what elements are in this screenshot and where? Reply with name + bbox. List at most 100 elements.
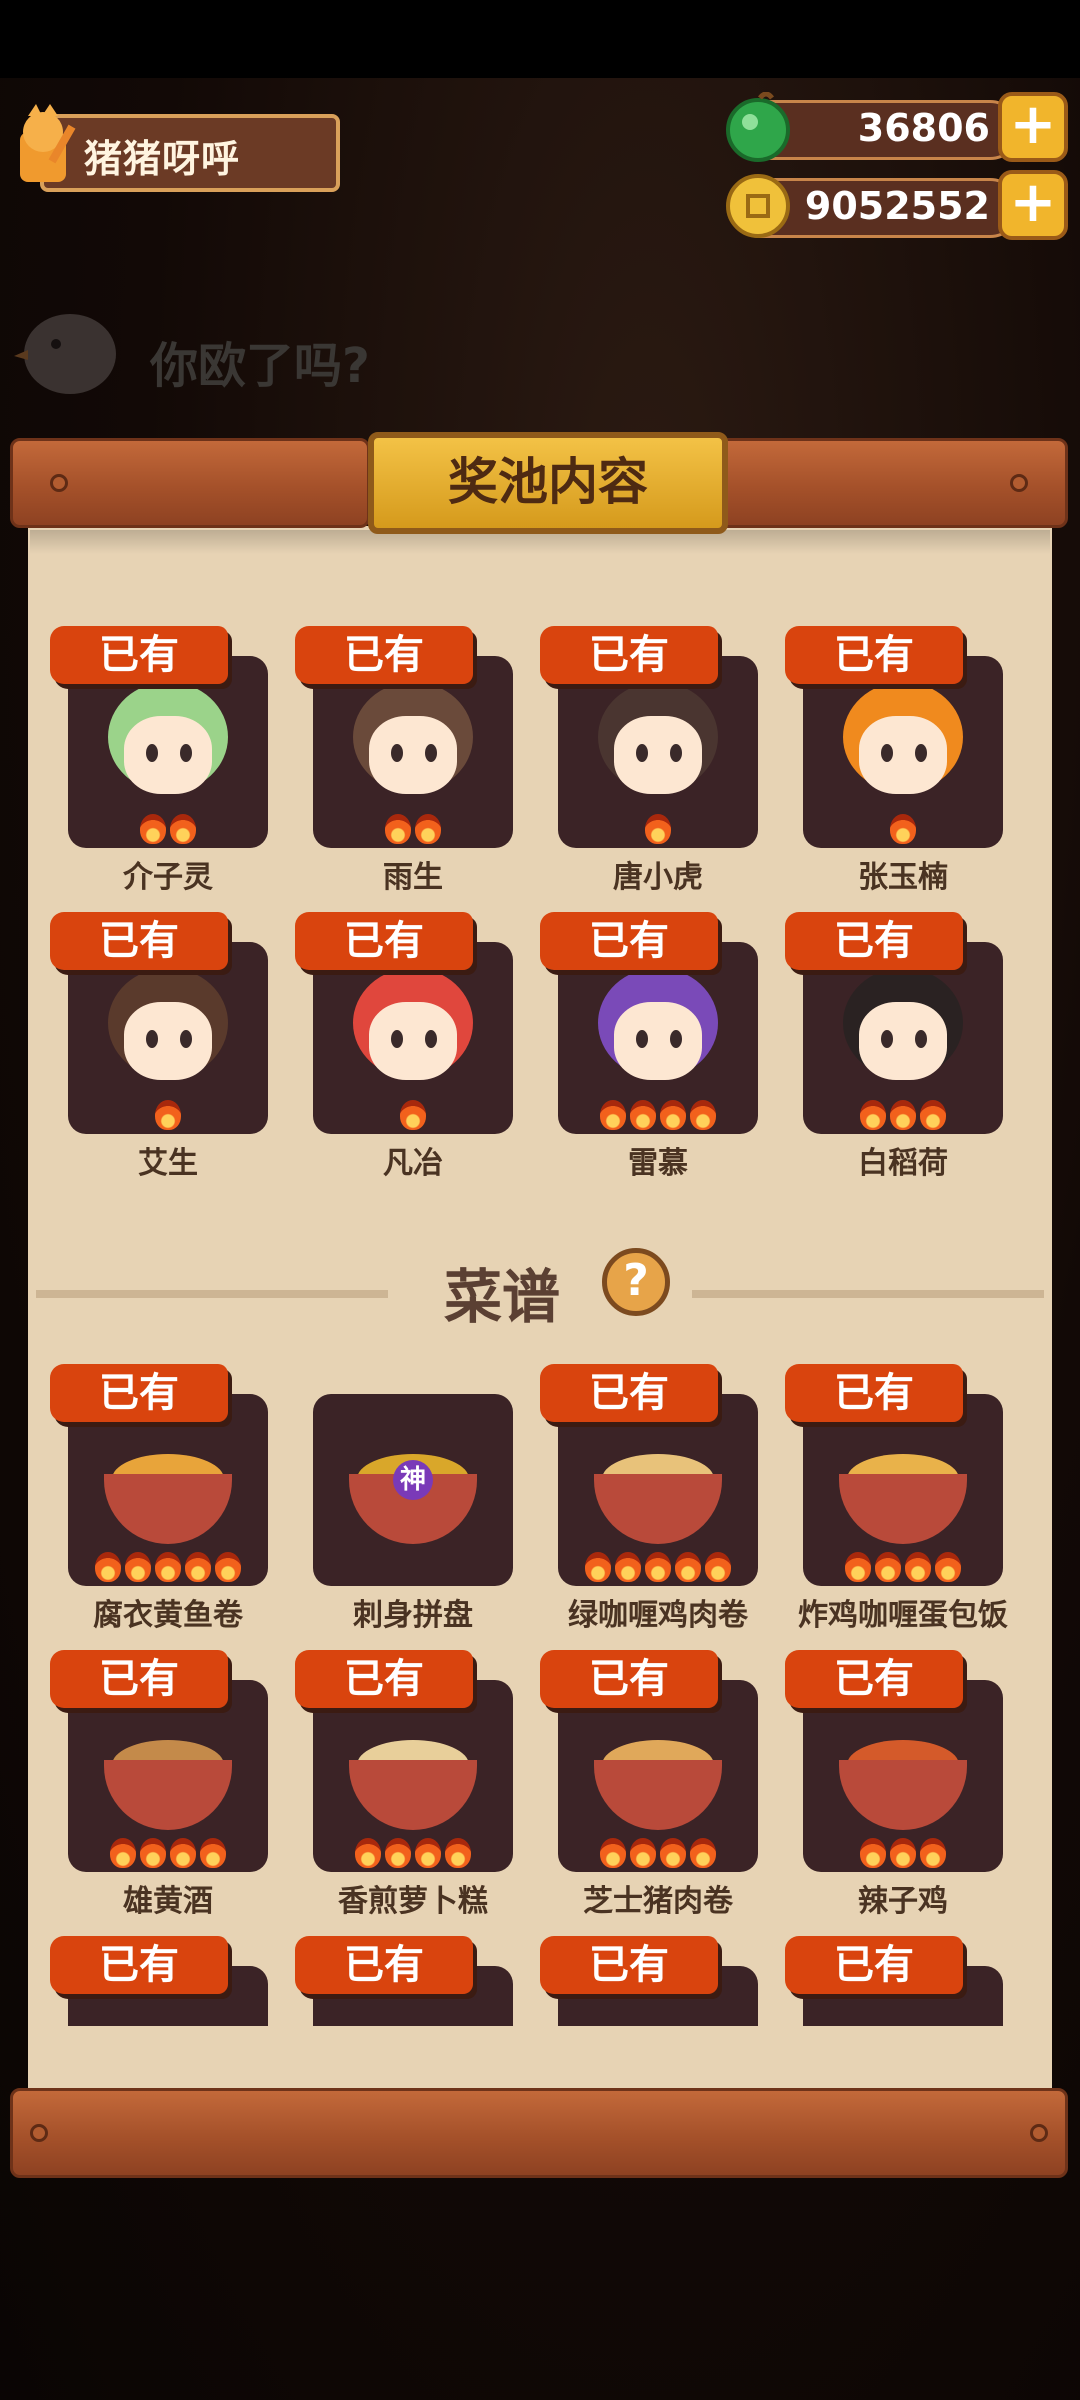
character-eye bbox=[180, 744, 192, 762]
owned-badge: 已有 bbox=[540, 1936, 718, 1994]
character-eye bbox=[881, 1030, 893, 1048]
character-face bbox=[614, 716, 702, 794]
flame-icon bbox=[110, 1838, 136, 1868]
flame-icon bbox=[140, 814, 166, 844]
rarity-flames bbox=[803, 1838, 1003, 1868]
rivet bbox=[1030, 2124, 1048, 2142]
recipe-card[interactable] bbox=[803, 1394, 1003, 1586]
flame-icon bbox=[845, 1552, 871, 1582]
character-name: 白稻荷 bbox=[858, 1146, 948, 1181]
character-eye bbox=[391, 1030, 403, 1048]
flame-icon bbox=[415, 1838, 441, 1868]
owned-badge: 已有 bbox=[295, 626, 473, 684]
rarity-flames bbox=[558, 1552, 758, 1582]
character-card[interactable] bbox=[313, 942, 513, 1134]
status-bar bbox=[0, 0, 1080, 78]
character-card[interactable] bbox=[558, 656, 758, 848]
recipe-card[interactable] bbox=[68, 1680, 268, 1872]
rarity-flames bbox=[558, 814, 758, 844]
character-card[interactable] bbox=[558, 942, 758, 1134]
character-face bbox=[859, 716, 947, 794]
flame-icon bbox=[585, 1552, 611, 1582]
coin-balance-value: 9052552 bbox=[804, 184, 990, 228]
recipe-card[interactable]: 神 bbox=[313, 1394, 513, 1586]
rarity-flames bbox=[313, 1100, 513, 1130]
flame-icon bbox=[355, 1838, 381, 1868]
recipe-card[interactable] bbox=[803, 1680, 1003, 1872]
character-face bbox=[124, 716, 212, 794]
rivet bbox=[30, 2124, 48, 2142]
dish-bowl bbox=[104, 1760, 232, 1830]
flame-icon bbox=[615, 1552, 641, 1582]
character-face bbox=[859, 1002, 947, 1080]
flame-icon bbox=[185, 1552, 211, 1582]
rarity-flames bbox=[313, 814, 513, 844]
recipe-card[interactable] bbox=[313, 1680, 513, 1872]
recipe-name: 炸鸡咖喱蛋包饭 bbox=[798, 1598, 1008, 1633]
owned-badge: 已有 bbox=[785, 1936, 963, 1994]
owned-badge: 已有 bbox=[50, 912, 228, 970]
dish-bowl bbox=[839, 1474, 967, 1544]
character-name: 唐小虎 bbox=[613, 860, 703, 895]
character-face bbox=[369, 716, 457, 794]
owned-badge: 已有 bbox=[295, 1936, 473, 1994]
add-gems-button[interactable]: + bbox=[998, 92, 1068, 162]
character-card[interactable] bbox=[68, 656, 268, 848]
character-eye bbox=[425, 1030, 437, 1048]
character-face bbox=[369, 1002, 457, 1080]
flame-icon bbox=[890, 1838, 916, 1868]
flame-icon bbox=[660, 1100, 686, 1130]
owned-badge: 已有 bbox=[540, 1650, 718, 1708]
add-coins-button[interactable]: + bbox=[998, 170, 1068, 240]
flame-icon bbox=[140, 1838, 166, 1868]
flame-icon bbox=[385, 1838, 411, 1868]
character-name: 雨生 bbox=[383, 860, 443, 895]
character-eye bbox=[670, 744, 682, 762]
character-eye bbox=[915, 1030, 927, 1048]
flame-icon bbox=[705, 1552, 731, 1582]
recipe-card[interactable] bbox=[68, 1394, 268, 1586]
character-name: 张玉楠 bbox=[858, 860, 948, 895]
character-eye bbox=[180, 1030, 192, 1048]
flame-icon bbox=[200, 1838, 226, 1868]
flame-icon bbox=[95, 1552, 121, 1582]
character-card[interactable] bbox=[803, 942, 1003, 1134]
flame-icon bbox=[215, 1552, 241, 1582]
flame-icon bbox=[920, 1838, 946, 1868]
rarity-flames bbox=[68, 814, 268, 844]
rarity-flames bbox=[803, 1100, 1003, 1130]
recipes-help-button[interactable]: ? bbox=[602, 1248, 670, 1316]
recipe-name: 绿咖喱鸡肉卷 bbox=[568, 1598, 748, 1633]
character-name: 艾生 bbox=[138, 1146, 198, 1181]
character-card[interactable] bbox=[803, 656, 1003, 848]
character-eye bbox=[881, 744, 893, 762]
recipe-card[interactable] bbox=[558, 1394, 758, 1586]
recipe-name: 腐衣黄鱼卷 bbox=[93, 1598, 243, 1633]
owned-badge: 已有 bbox=[50, 1650, 228, 1708]
rarity-flames bbox=[313, 1838, 513, 1868]
player-avatar-icon[interactable] bbox=[8, 102, 80, 192]
owned-badge: 已有 bbox=[295, 1650, 473, 1708]
character-eye bbox=[425, 744, 437, 762]
recipe-name: 芝士猪肉卷 bbox=[583, 1884, 733, 1919]
flame-icon bbox=[920, 1100, 946, 1130]
owned-badge: 已有 bbox=[540, 912, 718, 970]
flame-icon bbox=[645, 1552, 671, 1582]
recipe-name: 辣子鸡 bbox=[858, 1884, 948, 1919]
recipe-name: 雄黄酒 bbox=[123, 1884, 213, 1919]
flame-icon bbox=[860, 1100, 886, 1130]
chick-mascot-icon bbox=[14, 314, 116, 394]
recipe-card[interactable] bbox=[558, 1680, 758, 1872]
character-card[interactable] bbox=[68, 942, 268, 1134]
flame-icon bbox=[860, 1838, 886, 1868]
rarity-flames bbox=[68, 1552, 268, 1582]
dish-bowl bbox=[594, 1474, 722, 1544]
character-name: 凡冶 bbox=[383, 1146, 443, 1181]
rarity-flames bbox=[68, 1838, 268, 1868]
flame-icon bbox=[645, 814, 671, 844]
owned-badge: 已有 bbox=[50, 626, 228, 684]
character-card[interactable] bbox=[313, 656, 513, 848]
character-eye bbox=[636, 1030, 648, 1048]
flame-icon bbox=[445, 1838, 471, 1868]
flame-icon bbox=[400, 1100, 426, 1130]
